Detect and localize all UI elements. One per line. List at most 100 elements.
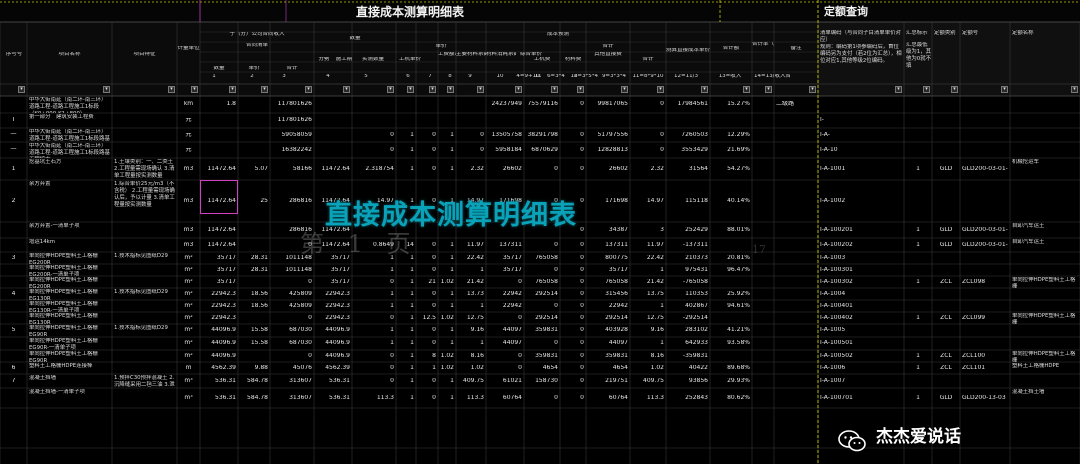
cell-price[interactable]: 584.78	[240, 378, 268, 386]
cell-unit[interactable]: m²	[179, 279, 198, 287]
cell-c5[interactable]: 1	[398, 303, 414, 311]
cell-c7[interactable]: 1	[440, 255, 454, 263]
cell-ef[interactable]: 26602	[488, 166, 522, 174]
cell-c8[interactable]: 13.73	[458, 291, 484, 299]
cell-rate[interactable]: 25.92%	[712, 291, 750, 299]
cell-mf[interactable]: 0	[526, 303, 558, 311]
cell-c5[interactable]: 1	[398, 378, 414, 386]
cell-price[interactable]: 584.78	[240, 395, 268, 403]
cell-labor[interactable]: 0	[354, 365, 394, 373]
cell-sub[interactable]: 60764	[588, 395, 628, 403]
cell-unit[interactable]: m³	[179, 378, 198, 386]
cell-c7[interactable]: 1.02	[440, 365, 454, 373]
filter-dropdown-button[interactable]: ▾	[103, 86, 110, 93]
cell-profit[interactable]: 252843	[668, 395, 708, 403]
cell-rate[interactable]: 96.47%	[712, 267, 750, 275]
cell-labor[interactable]: 1	[354, 267, 394, 275]
cell-qty[interactable]: 4562.39	[202, 365, 236, 373]
cell-profit[interactable]: 110353	[668, 291, 708, 299]
cell-profit[interactable]: 93856	[668, 378, 708, 386]
cell-profit[interactable]: 17984561	[668, 101, 708, 109]
cell-unit[interactable]: 元	[179, 117, 198, 125]
cell-qty[interactable]: 22942.3	[202, 291, 236, 299]
filter-dropdown-button[interactable]: ▾	[168, 86, 175, 93]
cell-name[interactable]: 增运14km	[29, 239, 110, 252]
cell-labor[interactable]: 1	[354, 303, 394, 311]
cell-aqty[interactable]: 536.31	[316, 378, 350, 386]
cell-of[interactable]: 0	[562, 147, 584, 155]
cell-profit[interactable]: 283102	[668, 327, 708, 335]
cell-c6[interactable]: 12.5	[418, 315, 436, 323]
cell-c8[interactable]: 9.16	[458, 327, 484, 335]
cell-cunit[interactable]: 22.42	[632, 255, 664, 263]
cell-profit[interactable]: 40422	[668, 365, 708, 373]
cell-flag[interactable]: 1	[906, 365, 930, 373]
cell-c8[interactable]: 1	[458, 303, 484, 311]
cell-feature[interactable]: 1.综合单价25元/m3（不含税） 2.工程量需现场确认后，予以计量 3.清单工…	[114, 181, 175, 222]
cell-qc[interactable]: ZCL100	[962, 353, 1008, 361]
cell-name[interactable]: 单向拉伸HDPE塑料土工格栅EG200R	[29, 277, 110, 288]
cell-rate[interactable]: 29.93%	[712, 378, 750, 386]
cell-total[interactable]: 16382242	[272, 147, 312, 155]
cell-code[interactable]: I-A-1006	[820, 365, 902, 373]
cell-tag[interactable]: 二级路	[776, 101, 816, 109]
cell-profit[interactable]: 115118	[668, 198, 708, 206]
cell-ef[interactable]: 35717	[488, 255, 522, 263]
cell-qn[interactable]: 塑料土工格栅HDPE	[1012, 363, 1078, 374]
cell-aqty[interactable]: 44096.9	[316, 340, 350, 348]
cell-c5[interactable]: 1	[398, 267, 414, 275]
cell-of[interactable]: 0	[562, 267, 584, 275]
cell-unit[interactable]: m²	[179, 340, 198, 348]
cell-qn[interactable]: 自卸汽车运土	[1012, 239, 1078, 252]
cell-unit[interactable]: m²	[179, 291, 198, 299]
cell-unit[interactable]: m	[179, 365, 198, 373]
cell-ef[interactable]: 5958184	[488, 147, 522, 155]
cell-unit[interactable]: m3	[179, 198, 198, 206]
cell-code[interactable]: I-A-100701	[820, 395, 902, 403]
cell-aqty[interactable]: 35717	[316, 267, 350, 275]
cell-cunit[interactable]: 9.16	[632, 327, 664, 335]
cell-c6[interactable]: 8	[418, 353, 436, 361]
cell-seq[interactable]: I	[2, 117, 25, 125]
cell-code[interactable]: I-A-100302	[820, 279, 902, 287]
cell-sub[interactable]: 35717	[588, 267, 628, 275]
cell-qty[interactable]: 22942.3	[202, 315, 236, 323]
cell-name[interactable]: 中华大街南延（南二环-南三环）道路工程-道路工程施工1标段路基工程挖方	[29, 143, 110, 158]
cell-of[interactable]: 0	[562, 255, 584, 263]
cell-rate[interactable]: 80.62%	[712, 395, 750, 403]
filter-dropdown-button[interactable]: ▾	[1001, 86, 1008, 93]
cell-price[interactable]: 9.88	[240, 365, 268, 373]
cell-qn[interactable]: 单向拉伸HDPE塑料土工格栅	[1012, 351, 1078, 362]
cell-sub[interactable]: 219751	[588, 378, 628, 386]
cell-cunit[interactable]: 8.16	[632, 353, 664, 361]
cell-mf[interactable]: 765058	[526, 255, 558, 263]
cell-cunit[interactable]: 11.97	[632, 242, 664, 250]
cell-qt[interactable]: GLD	[934, 227, 958, 235]
cell-unit[interactable]: m²	[179, 327, 198, 335]
cell-sub[interactable]: 765058	[588, 279, 628, 287]
cell-total[interactable]: 117801626	[272, 117, 312, 125]
cell-seq[interactable]: 4	[2, 291, 25, 299]
cell-c6[interactable]: 0	[418, 166, 436, 174]
cell-sub[interactable]: 12828813	[588, 147, 628, 155]
cell-sub[interactable]: 359831	[588, 353, 628, 361]
cell-c8[interactable]: 0	[458, 147, 484, 155]
cell-of[interactable]: 0	[562, 378, 584, 386]
cell-c8[interactable]: 22.42	[458, 255, 484, 263]
cell-sub[interactable]: 26602	[588, 166, 628, 174]
cell-flag[interactable]: 1	[906, 315, 930, 323]
selected-cell[interactable]	[200, 180, 238, 214]
cell-aqty[interactable]: 22942.3	[316, 303, 350, 311]
cell-c7[interactable]: 1.02	[440, 315, 454, 323]
cell-rate[interactable]: 41.21%	[712, 327, 750, 335]
cell-total[interactable]: 425809	[272, 291, 312, 299]
cell-c7[interactable]: 1	[440, 166, 454, 174]
cell-seq[interactable]: 5	[2, 327, 25, 335]
cell-seq[interactable]: 7	[2, 378, 25, 386]
cell-c7[interactable]: 1	[440, 242, 454, 250]
cell-unit[interactable]: m²	[179, 255, 198, 263]
cell-ef[interactable]: 137311	[488, 242, 522, 250]
cell-c8[interactable]: 21.42	[458, 279, 484, 287]
cell-name[interactable]: 塑料土工格栅HDPE连接棒	[29, 363, 110, 374]
cell-unit[interactable]: m²	[179, 353, 198, 361]
